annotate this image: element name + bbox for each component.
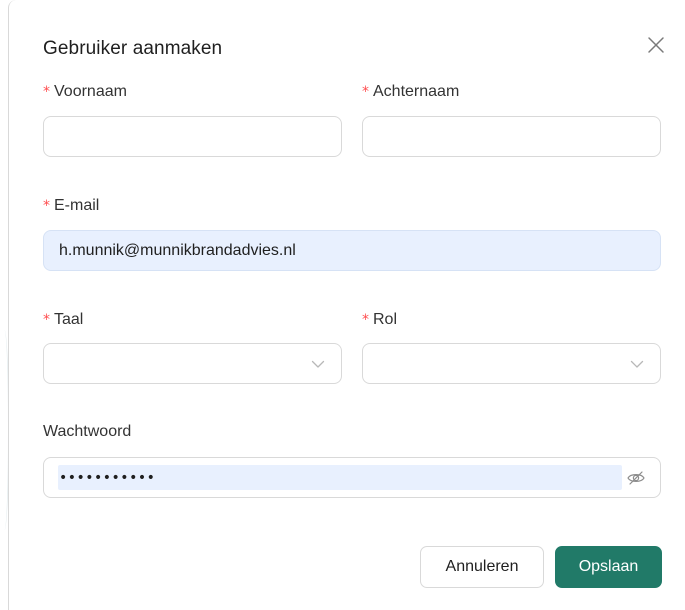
language-select[interactable] [43, 343, 342, 384]
role-label: * Rol [362, 311, 397, 329]
cancel-button[interactable]: Annuleren [420, 546, 544, 588]
required-marker: * [43, 84, 50, 100]
first-name-input[interactable] [43, 116, 342, 157]
email-input[interactable]: h.munnik@munnikbrandadvies.nl [43, 230, 661, 271]
last-name-label: * Achternaam [362, 83, 459, 101]
chevron-down-icon [311, 360, 325, 368]
password-input[interactable]: ••••••••••• [43, 457, 661, 498]
role-label-text: Rol [373, 311, 398, 328]
required-marker: * [362, 84, 369, 100]
password-label: Wachtwoord [43, 423, 131, 441]
required-marker: * [362, 312, 369, 328]
email-value: h.munnik@munnikbrandadvies.nl [59, 241, 296, 259]
last-name-label-text: Achternaam [373, 83, 460, 100]
dialog-title: Gebruiker aanmaken [43, 38, 223, 59]
create-user-dialog: Gebruiker aanmaken * Voornaam * Achternaam… [8, 0, 685, 610]
password-value: ••••••••••• [59, 469, 156, 486]
save-button[interactable]: Opslaan [555, 546, 662, 588]
eye-invisible-icon[interactable] [626, 468, 646, 488]
required-marker: * [43, 312, 50, 328]
chevron-down-icon [630, 360, 644, 368]
role-select[interactable] [362, 343, 661, 384]
password-label-text: Wachtwoord [43, 423, 132, 440]
email-label-text: E-mail [54, 197, 100, 214]
first-name-label: * Voornaam [43, 83, 127, 101]
last-name-input[interactable] [362, 116, 661, 157]
required-marker: * [43, 198, 50, 214]
language-label: * Taal [43, 311, 83, 329]
email-label: * E-mail [43, 197, 99, 215]
page: Gebruiker aanmaken * Voornaam * Achternaam… [0, 0, 685, 610]
first-name-label-text: Voornaam [54, 83, 127, 100]
close-icon[interactable] [643, 32, 669, 58]
language-label-text: Taal [54, 311, 84, 328]
